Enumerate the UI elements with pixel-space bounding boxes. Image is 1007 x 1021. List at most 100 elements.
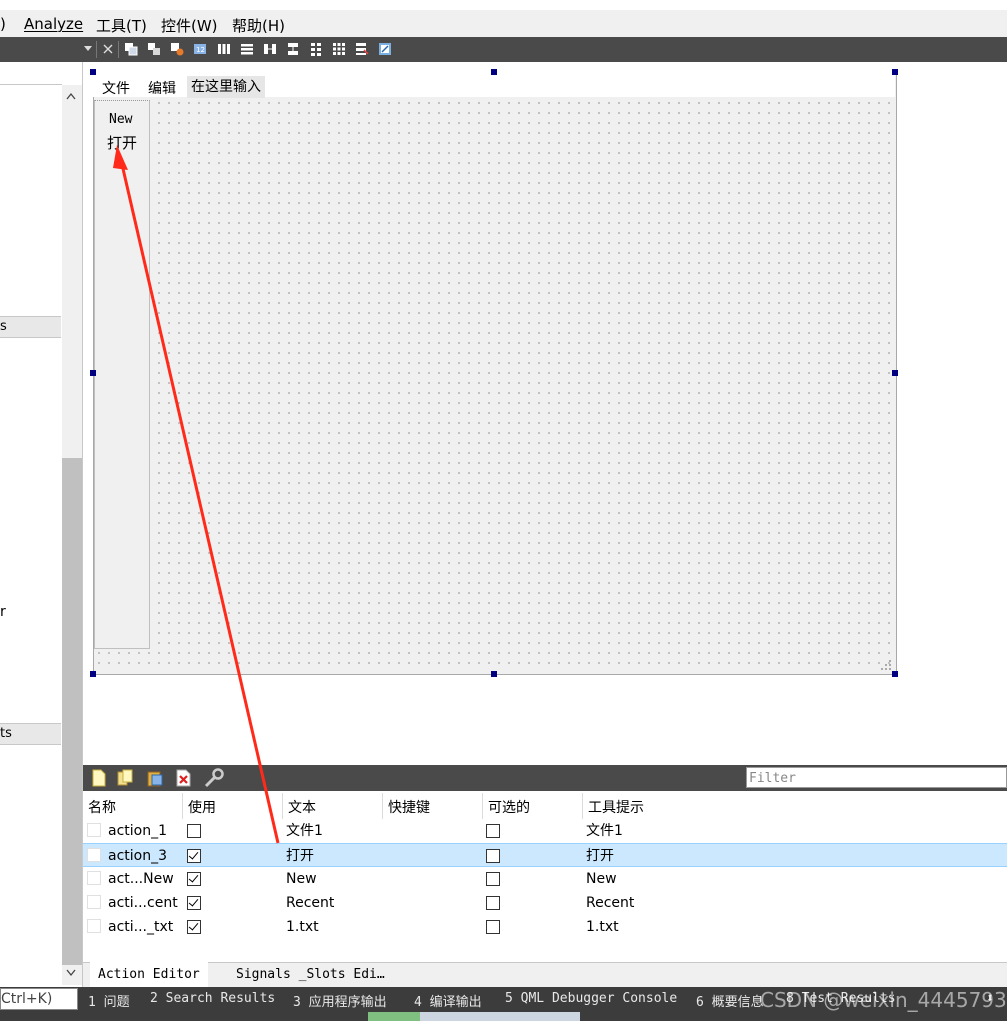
table-row[interactable]: action_3 打开 打开 [83,843,1007,867]
column-header-text[interactable]: 文本 [288,797,316,817]
table-row[interactable]: action_1 文件1 文件1 [83,819,1007,843]
editor-tab-bar [83,962,1007,988]
checkable-checkbox[interactable] [486,849,500,863]
taskbar-strip [368,1012,420,1021]
action-tooltip: 1.txt [586,919,619,935]
output-tab-search-results[interactable]: 2 Search Results [150,991,275,1006]
action-name: acti...cent [108,895,178,911]
checkable-checkbox[interactable] [486,896,500,910]
locator-input[interactable]: Ctrl+K) [0,988,78,1010]
table-row[interactable]: act...New New New [83,867,1007,891]
column-separator [182,793,183,819]
checkable-checkbox[interactable] [486,872,500,886]
used-checkbox[interactable] [187,896,201,910]
resize-grip-icon[interactable] [880,659,892,671]
column-header-shortcut[interactable]: 快捷键 [388,797,430,817]
selection-handle[interactable] [90,370,96,376]
checkable-checkbox[interactable] [486,920,500,934]
filter-input[interactable]: Filter [746,767,1007,788]
output-tab-qml-debugger[interactable]: 5 QML Debugger Console [505,991,677,1006]
selection-handle[interactable] [90,69,96,75]
menu-item-partial[interactable]: ) [0,15,6,33]
paste-action-icon[interactable] [146,769,164,787]
panel-section-label: ts [0,726,12,741]
column-separator [582,793,583,819]
panel-section-header: s [0,316,61,338]
edit-widgets-icon[interactable] [124,42,138,56]
column-separator [282,793,283,819]
action-tooltip: 文件1 [586,823,623,839]
dropdown-arrow-icon[interactable] [84,46,92,52]
dropdown-item-new[interactable]: New [109,112,132,127]
panel-item-label: r [0,604,6,620]
break-layout-icon[interactable] [355,42,369,56]
layout-splitter-horizontal-icon[interactable] [263,42,277,56]
action-icon [87,919,101,933]
menu-item-help[interactable]: 帮助(H) [232,15,285,36]
form-dropdown-menu [94,100,150,649]
used-checkbox[interactable] [187,824,201,838]
column-header-name[interactable]: 名称 [88,797,116,817]
layout-splitter-vertical-icon[interactable] [286,42,300,56]
output-tab-application-output[interactable]: 3 应用程序输出 [293,991,387,1010]
action-name: acti..._txt [108,919,174,935]
action-icon [87,848,101,862]
panel-divider [0,84,62,85]
menu-item-widgets[interactable]: 控件(W) [161,15,218,36]
adjust-size-icon[interactable] [378,42,392,56]
column-header-used[interactable]: 使用 [188,797,216,817]
form-menu-file[interactable]: 文件 [102,78,130,98]
column-header-checkable[interactable]: 可选的 [488,797,530,817]
action-text: 文件1 [286,823,323,839]
dropdown-item-open[interactable]: 打开 [107,132,137,153]
scroll-up-icon[interactable] [66,92,76,100]
tab-signals-slots-editor[interactable]: Signals _Slots Edi… [228,962,393,987]
configure-icon[interactable] [203,768,225,788]
form-menu-type-here[interactable]: 在这里输入 [187,76,265,98]
close-icon[interactable] [101,42,115,56]
layout-horizontal-icon[interactable] [217,42,231,56]
edit-buddies-icon[interactable] [170,42,184,56]
selection-handle[interactable] [892,671,898,677]
panel-section-label: s [0,319,7,334]
selection-handle[interactable] [892,69,898,75]
designer-toolbar: 12 [0,37,1007,62]
selection-handle[interactable] [491,671,497,677]
selection-handle[interactable] [892,370,898,376]
scrollbar-thumb[interactable] [62,458,82,965]
action-text: New [286,871,317,887]
table-row[interactable]: acti...cent Recent Recent [83,891,1007,915]
edit-tab-order-icon[interactable]: 12 [193,42,207,56]
delete-action-icon[interactable] [176,769,192,787]
column-header-tooltip[interactable]: 工具提示 [588,797,644,817]
menu-item-analyze[interactable]: Analyze [24,15,83,33]
used-checkbox[interactable] [187,872,201,886]
table-row[interactable]: acti..._txt 1.txt 1.txt [83,915,1007,939]
form-central-grid[interactable] [94,98,894,672]
selection-handle[interactable] [491,69,497,75]
edit-signals-slots-icon[interactable] [147,42,161,56]
output-tab-issues[interactable]: 1 问题 [88,991,130,1010]
watermark: CSDN @weixin_44457930 [760,988,1007,1012]
output-tab-general-messages[interactable]: 6 概要信息 [696,991,764,1010]
scroll-down-icon[interactable] [66,969,76,977]
copy-action-icon[interactable] [117,769,135,787]
menu-item-tools[interactable]: 工具(T) [96,15,147,36]
action-icon [87,895,101,909]
action-text: Recent [286,895,335,911]
used-checkbox[interactable] [187,920,201,934]
layout-form-icon[interactable] [309,42,323,56]
tab-action-editor[interactable]: Action Editor [90,962,208,987]
layout-vertical-icon[interactable] [240,42,254,56]
new-action-icon[interactable] [92,769,106,787]
menubar: ) Analyze 工具(T) 控件(W) 帮助(H) [0,10,1007,37]
checkable-checkbox[interactable] [486,824,500,838]
layout-grid-icon[interactable] [332,42,346,56]
used-checkbox[interactable] [187,849,201,863]
output-tab-compile-output[interactable]: 4 编译输出 [414,991,482,1010]
selection-handle[interactable] [90,671,96,677]
panel-section-header: ts [0,723,61,745]
form-menu-edit[interactable]: 编辑 [148,78,176,98]
column-separator [482,793,483,819]
toolbar-separator [118,41,119,58]
